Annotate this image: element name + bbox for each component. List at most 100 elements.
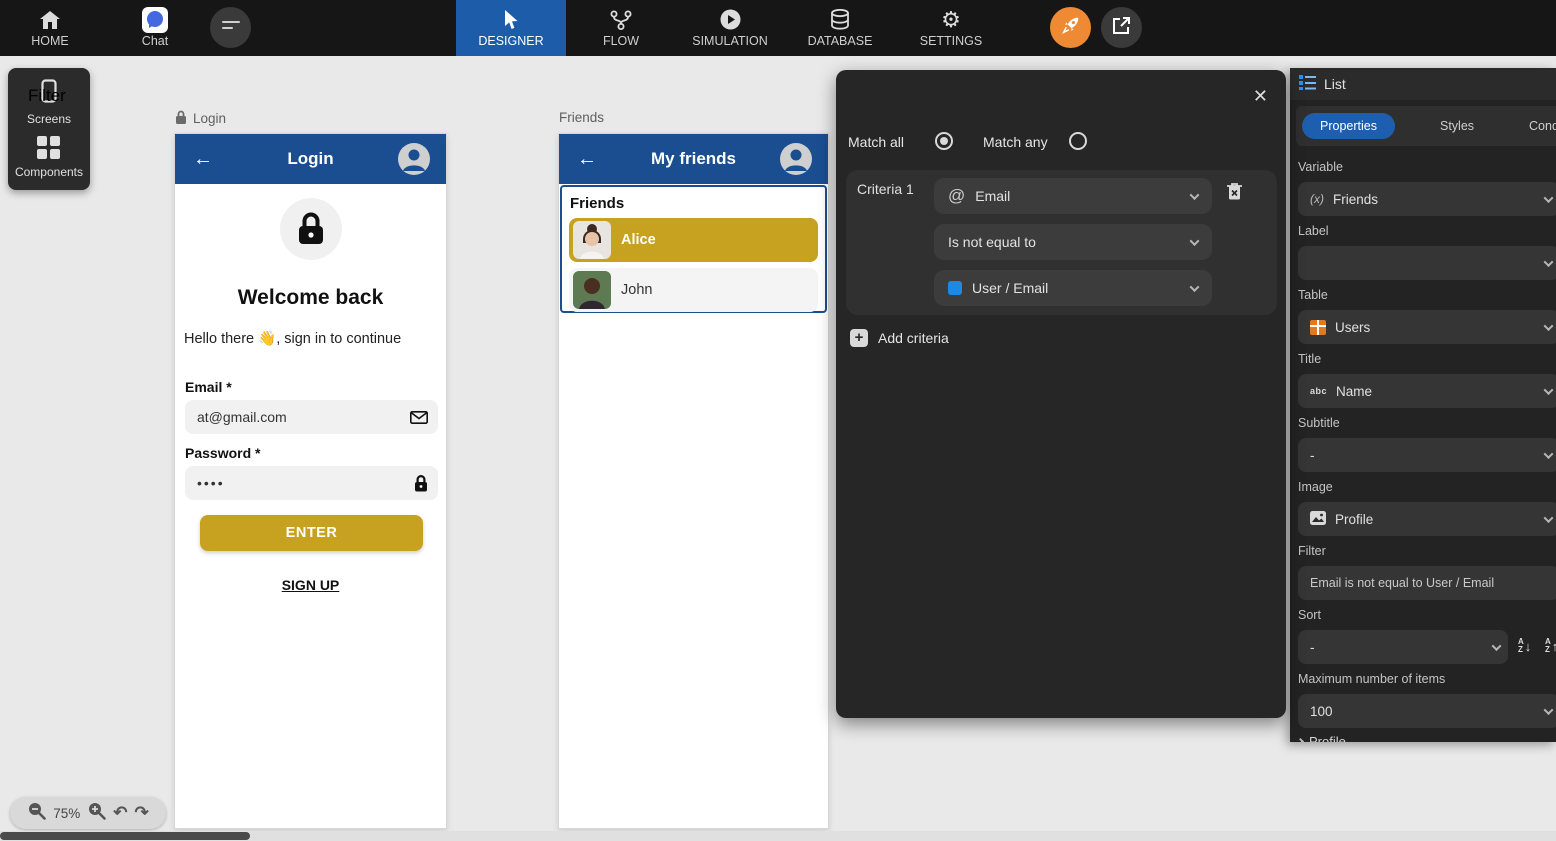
database-icon [830,9,850,31]
email-value: at@gmail.com [197,409,287,425]
scrollbar-thumb[interactable] [0,832,250,840]
tab-styles[interactable]: Styles [1440,119,1474,133]
nav-chat[interactable]: Chat [123,0,187,56]
delete-criteria-button[interactable] [1226,182,1243,206]
chevron-down-icon [1543,256,1554,267]
text-field-icon: abc [1310,386,1328,396]
signup-link[interactable]: SIGN UP [175,577,446,593]
trash-icon [1226,183,1243,205]
enter-button[interactable]: ENTER [200,515,423,551]
toolbox-components-label: Components [14,165,84,180]
variable-chip-icon [948,281,962,295]
external-link-icon [1112,16,1131,40]
variable-value: Friends [1333,191,1379,207]
nav-chat-label: Chat [141,33,169,48]
table-select[interactable]: Users [1298,310,1556,344]
app-root: HOME Chat DESIGNER FLOW SIMULATION DATAB… [0,0,1556,841]
list-component-selected[interactable]: Friends Alice John [560,185,827,313]
chevron-down-icon [1189,235,1200,246]
toolbox-screens-label: Screens [26,111,72,126]
password-value: •••• [197,475,225,491]
image-select[interactable]: Profile [1298,502,1556,536]
match-all-radio[interactable] [935,132,953,150]
horizontal-scrollbar[interactable] [0,831,1556,841]
toolbox-components-button[interactable]: Components [15,136,83,179]
sort-asc-icon[interactable]: A Z ↓ [1518,638,1531,654]
add-criteria-button[interactable]: + Add criteria [850,329,949,347]
login-screen-label[interactable]: Login [175,110,226,127]
top-navigation-bar: HOME Chat DESIGNER FLOW SIMULATION DATAB… [0,0,1556,56]
redo-icon[interactable]: ↷ [135,804,149,821]
menu-button[interactable] [210,7,251,48]
title-value: Name [1336,383,1373,399]
nav-home[interactable]: HOME [18,0,82,56]
criteria-value-select[interactable]: User / Email [934,270,1212,306]
back-arrow-icon[interactable]: ← [193,148,213,171]
properties-panel-header: List [1290,68,1556,100]
chevron-icon [1296,737,1305,742]
avatar-icon[interactable] [398,143,430,180]
chevron-down-icon [1543,320,1554,331]
nav-flow[interactable]: FLOW [586,0,656,56]
match-any-radio[interactable] [1069,132,1087,150]
home-icon [40,9,60,31]
login-screen-mockup[interactable]: ← Login Welcome back Hello there 👋, sign… [174,133,447,829]
email-field[interactable]: at@gmail.com [185,400,438,434]
close-icon[interactable]: ✕ [1253,86,1268,107]
filter-dialog-title: Filter [28,86,66,105]
nav-database[interactable]: DATABASE [792,0,888,56]
list-item[interactable]: Alice [569,218,818,262]
list-heading: Friends [570,195,625,212]
criteria-field-select[interactable]: @ Email [934,178,1212,214]
nav-home-label: HOME [31,33,69,48]
profile-section-label[interactable]: Profile [1296,734,1346,742]
subtitle-label: Subtitle [1298,416,1340,430]
friends-screen-label[interactable]: Friends [559,110,604,125]
max-items-label: Maximum number of items [1298,672,1446,686]
image-label: Image [1298,480,1333,494]
tab-conditional[interactable]: Condition [1529,119,1556,133]
filter-value: Email is not equal to User / Email [1310,576,1495,590]
nav-database-label: DATABASE [807,33,873,48]
friends-header: ← My friends [559,134,828,184]
friends-screen-mockup[interactable]: ← My friends Friends Alice John [558,133,829,829]
sort-select[interactable]: - [1298,630,1508,664]
title-select[interactable]: abc Name [1298,374,1556,408]
label-select[interactable] [1298,246,1556,280]
zoom-in-icon[interactable] [87,801,107,825]
filter-field[interactable]: Email is not equal to User / Email [1298,566,1556,600]
chat-icon [142,6,168,33]
label-label: Label [1298,224,1329,238]
sort-desc-icon[interactable]: A Z ↑ [1545,638,1556,654]
list-icon [1299,75,1316,93]
hamburger-icon [221,19,240,37]
criteria-label: Criteria 1 [857,181,914,197]
play-circle-icon [720,9,741,31]
password-field[interactable]: •••• [185,466,438,500]
nav-settings[interactable]: ⚙ SETTINGS [906,0,996,56]
nav-simulation[interactable]: SIMULATION [676,0,784,56]
rocket-icon [1060,14,1082,41]
variable-select[interactable]: (x) Friends [1298,182,1556,216]
export-button[interactable] [1101,7,1142,48]
avatar-icon[interactable] [780,143,812,180]
sort-value: - [1310,639,1315,655]
table-label: Table [1298,288,1328,302]
lock-icon [414,474,428,492]
match-any-label: Match any [983,134,1048,150]
zoom-out-icon[interactable] [27,801,47,825]
canvas-zoom-controls: 75% ↶ ↷ [10,797,166,829]
nav-settings-label: SETTINGS [919,33,983,48]
criteria-operator-select[interactable]: Is not equal to [934,224,1212,260]
subtitle-select[interactable]: - [1298,438,1556,472]
friend-name: John [621,282,653,298]
tab-properties[interactable]: Properties [1302,113,1395,139]
max-items-select[interactable]: 100 [1298,694,1556,728]
list-item[interactable]: John [569,268,818,312]
nav-simulation-label: SIMULATION [692,33,768,48]
back-arrow-icon[interactable]: ← [577,148,597,171]
publish-button[interactable] [1050,7,1091,48]
undo-icon[interactable]: ↶ [113,804,127,821]
nav-designer[interactable]: DESIGNER [456,0,566,56]
filter-dialog [836,70,1286,718]
